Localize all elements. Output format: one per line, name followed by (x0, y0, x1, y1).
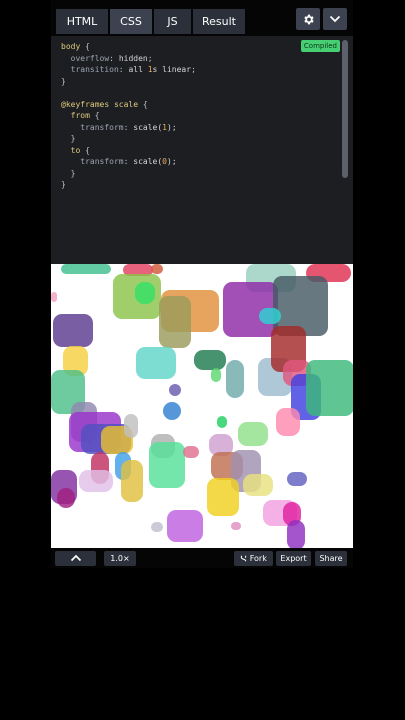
editor-scrollbar[interactable] (342, 40, 348, 178)
code-line: } (61, 76, 66, 86)
animated-square (57, 488, 75, 508)
code-line: overflow: hidden; (61, 53, 153, 63)
animated-square (151, 522, 163, 532)
codepen-embed: HTML CSS JS Result body { overflow: hidd… (51, 0, 353, 568)
animated-square (135, 282, 155, 304)
animated-square (287, 472, 307, 486)
bottom-toolbar: 1.0× Fork Export Share (51, 548, 353, 568)
animated-square (238, 422, 268, 446)
animated-square (276, 408, 300, 436)
code-line: } (61, 134, 76, 143)
code-line: transform: scale(0); (61, 157, 177, 166)
code-line: body { (61, 42, 90, 51)
animated-square (207, 478, 239, 516)
animated-square (194, 350, 226, 370)
animated-square (231, 522, 241, 530)
animated-square (169, 384, 181, 396)
code-line: transition: all 1s linear; (61, 65, 196, 74)
tab-html[interactable]: HTML (56, 9, 108, 34)
code-line: } (61, 168, 76, 178)
animated-square (121, 460, 143, 502)
code-line: } (61, 180, 66, 189)
animated-square (259, 308, 281, 324)
editor-tab-bar: HTML CSS JS Result (51, 0, 353, 36)
animated-square (217, 416, 227, 428)
fork-icon (241, 555, 247, 562)
tab-result[interactable]: Result (193, 9, 245, 34)
animated-square (211, 368, 221, 382)
animated-square (136, 347, 176, 379)
animated-square (53, 314, 93, 347)
animated-square (124, 414, 138, 438)
share-button[interactable]: Share (315, 551, 347, 566)
code-line: transform: scale(1); (61, 122, 177, 132)
zoom-button[interactable]: 1.0× (104, 551, 136, 566)
gear-icon (303, 14, 314, 24)
code-line: from { (61, 111, 100, 120)
animated-square (243, 474, 273, 496)
result-preview[interactable] (51, 264, 353, 548)
export-button[interactable]: Export (276, 551, 311, 566)
animated-square (149, 442, 185, 488)
compiled-badge: Compiled (300, 40, 340, 52)
code-line: @keyframes scale { (61, 99, 148, 109)
animated-square (163, 402, 181, 420)
fork-label: Fork (249, 554, 267, 563)
animated-square (226, 360, 244, 398)
menu-toggle-button[interactable] (323, 8, 347, 30)
animated-square (167, 510, 203, 542)
animated-square (306, 360, 353, 416)
animated-square (151, 264, 163, 274)
animated-square (61, 264, 111, 274)
css-editor[interactable]: body { overflow: hidden; transition: all… (51, 36, 353, 264)
collapse-button[interactable] (55, 551, 96, 566)
tab-js[interactable]: JS (154, 9, 191, 34)
animated-square (79, 470, 113, 492)
animated-square (183, 446, 199, 458)
tab-css[interactable]: CSS (110, 9, 152, 34)
code-line: to { (61, 145, 90, 155)
animated-square (287, 520, 305, 548)
css-code[interactable]: body { overflow: hidden; transition: all… (61, 41, 196, 191)
chevron-down-icon (329, 15, 341, 23)
animated-square (51, 292, 57, 302)
fork-button[interactable]: Fork (234, 551, 273, 566)
animated-square (159, 296, 191, 348)
settings-button[interactable] (296, 8, 320, 30)
chevron-up-icon (70, 554, 81, 562)
